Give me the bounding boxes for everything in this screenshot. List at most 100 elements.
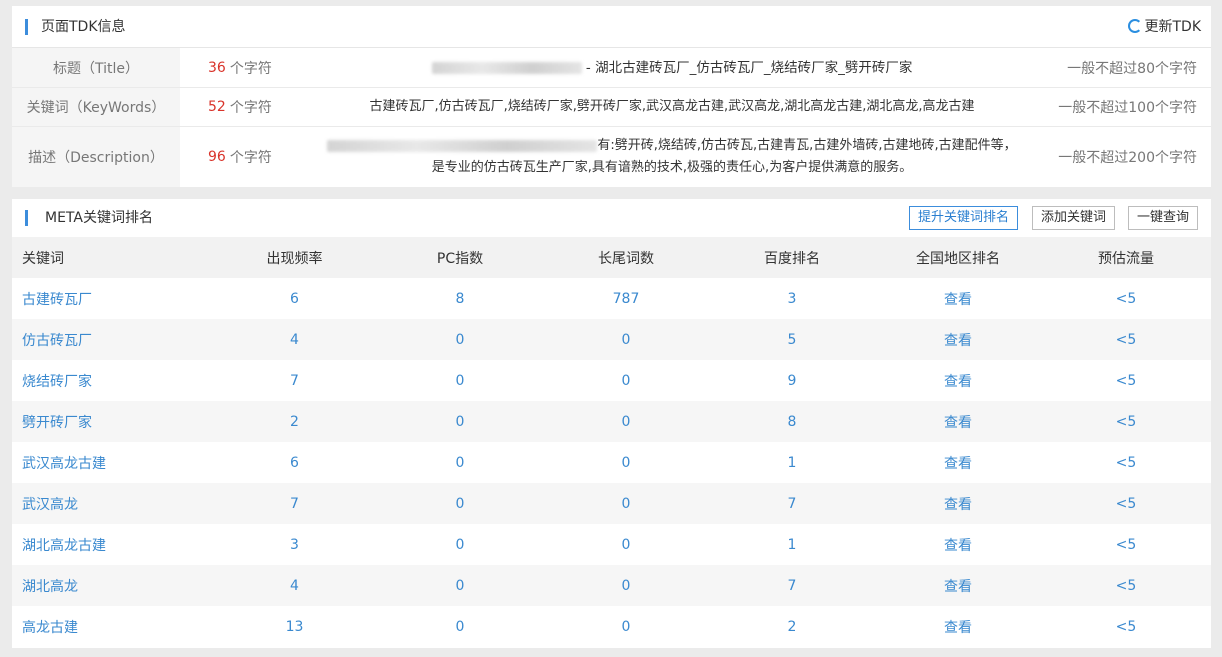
keyword-table: 关键词 出现频率 PC指数 长尾词数 百度排名 全国地区排名 预估流量 古建砖瓦… — [12, 237, 1211, 647]
frequency-cell: 13 — [285, 618, 304, 635]
estimated-traffic-cell: <5 — [1115, 290, 1137, 307]
table-row: 烧结砖厂家 7 0 0 9 查看 <5 — [12, 360, 1211, 401]
region-rank-view-link[interactable]: 查看 — [875, 606, 1041, 647]
frequency-cell: 4 — [290, 331, 299, 348]
table-row: 湖北高龙 4 0 0 7 查看 <5 — [12, 565, 1211, 606]
section-accent-bar — [25, 210, 28, 226]
redacted-text — [327, 139, 598, 152]
tdk-content-line: 古建砖瓦厂,仿古砖瓦厂,烧结砖厂家,劈开砖厂家,武汉高龙古建,武汉高龙,湖北高龙… — [369, 99, 975, 114]
baidu-rank-cell: 5 — [787, 331, 797, 348]
pc-index-cell: 0 — [455, 331, 465, 348]
keyword-cell[interactable]: 湖北高龙 — [12, 565, 212, 606]
region-rank-view-link[interactable]: 查看 — [875, 483, 1041, 524]
baidu-rank-cell: 7 — [787, 577, 797, 594]
table-row: 劈开砖厂家 2 0 0 8 查看 <5 — [12, 401, 1211, 442]
tdk-label: 描述（Description） — [12, 127, 180, 187]
section-accent-bar — [25, 19, 28, 35]
region-rank-view-link[interactable]: 查看 — [875, 360, 1041, 401]
keyword-cell[interactable]: 古建砖瓦厂 — [12, 278, 212, 319]
pc-index-cell: 0 — [455, 495, 465, 512]
keyword-cell[interactable]: 烧结砖厂家 — [12, 360, 212, 401]
frequency-cell: 6 — [290, 290, 299, 307]
region-rank-view-link[interactable]: 查看 — [875, 401, 1041, 442]
keyword-cell[interactable]: 湖北高龙古建 — [12, 524, 212, 565]
tdk-count-unit: 个字符 — [229, 60, 272, 77]
tdk-count-number: 52 — [208, 99, 226, 115]
refresh-tdk-button[interactable]: 更新TDK — [1128, 6, 1201, 48]
estimated-traffic-cell: <5 — [1115, 536, 1137, 553]
tdk-limit: 一般不超过200个字符 — [1058, 150, 1197, 166]
table-header-row: 关键词 出现频率 PC指数 长尾词数 百度排名 全国地区排名 预估流量 — [12, 237, 1211, 278]
tdk-content-line: - 湖北古建砖瓦厂_仿古砖瓦厂_烧结砖厂家_劈开砖厂家 — [581, 59, 913, 76]
frequency-cell: 6 — [290, 454, 299, 471]
region-rank-view-link[interactable]: 查看 — [875, 524, 1041, 565]
tdk-content-line: 是专业的仿古砖瓦生产厂家,具有谙熟的技术,极强的责任心,为客户提供满意的服务。 — [431, 160, 913, 175]
estimated-traffic-cell: <5 — [1115, 454, 1137, 471]
table-row: 仿古砖瓦厂 4 0 0 5 查看 <5 — [12, 319, 1211, 360]
keyword-cell[interactable]: 高龙古建 — [12, 606, 212, 647]
column-header: 关键词 — [22, 250, 64, 267]
one-click-query-button[interactable]: 一键查询 — [1128, 206, 1199, 230]
region-rank-view-link[interactable]: 查看 — [875, 565, 1041, 606]
boost-ranking-button[interactable]: 提升关键词排名 — [909, 206, 1019, 230]
tdk-count: 96 个字符 — [208, 127, 272, 187]
keyword-cell[interactable]: 武汉高龙 — [12, 483, 212, 524]
add-keyword-button[interactable]: 添加关键词 — [1032, 206, 1116, 230]
column-header: PC指数 — [436, 250, 484, 267]
keyword-cell[interactable]: 武汉高龙古建 — [12, 442, 212, 483]
estimated-traffic-cell: <5 — [1115, 331, 1137, 348]
pc-index-cell: 0 — [455, 413, 465, 430]
tdk-count-unit: 个字符 — [229, 150, 272, 166]
estimated-traffic-cell: <5 — [1115, 618, 1137, 635]
keyword-cell[interactable]: 劈开砖厂家 — [12, 401, 212, 442]
longtail-count-cell: 0 — [621, 372, 631, 389]
pc-index-cell: 0 — [455, 577, 465, 594]
tdk-row-keywords: 关键词（KeyWords） 52 个字符 古建砖瓦厂,仿古砖瓦厂,烧结砖厂家,劈开… — [12, 88, 1211, 127]
tdk-title: 页面TDK信息 — [41, 19, 126, 35]
longtail-count-cell: 0 — [621, 536, 631, 553]
frequency-cell: 2 — [290, 413, 299, 430]
baidu-rank-cell: 7 — [787, 495, 797, 512]
pc-index-cell: 0 — [455, 372, 465, 389]
baidu-rank-cell: 8 — [787, 413, 797, 430]
tdk-header: 页面TDK信息 更新TDK — [12, 6, 1211, 48]
baidu-rank-cell: 3 — [787, 290, 797, 307]
longtail-count-cell: 787 — [612, 290, 640, 307]
tdk-content: 有:劈开砖,烧结砖,仿古砖瓦,古建青瓦,古建外墙砖,古建地砖,古建配件等， 是专… — [302, 127, 1042, 187]
longtail-count-cell: 0 — [621, 413, 631, 430]
column-header: 长尾词数 — [598, 250, 654, 267]
table-row: 武汉高龙 7 0 0 7 查看 <5 — [12, 483, 1211, 524]
frequency-cell: 7 — [290, 495, 299, 512]
column-header: 预估流量 — [1098, 250, 1154, 267]
tdk-limit: 一般不超过100个字符 — [1058, 100, 1197, 116]
table-row: 武汉高龙古建 6 0 0 1 查看 <5 — [12, 442, 1211, 483]
tdk-content-line: 有:劈开砖,烧结砖,仿古砖瓦,古建青瓦,古建外墙砖,古建地砖,古建配件等， — [597, 138, 1017, 153]
tdk-count-number: 36 — [208, 59, 226, 76]
region-rank-view-link[interactable]: 查看 — [875, 278, 1041, 319]
tdk-limit: 一般不超过80个字符 — [1067, 60, 1197, 77]
longtail-count-cell: 0 — [621, 331, 631, 348]
frequency-cell: 4 — [290, 577, 299, 594]
longtail-count-cell: 0 — [621, 577, 631, 594]
tdk-panel: 页面TDK信息 更新TDK 标题（Title） 36 个字符 - 湖北古建砖瓦厂_… — [12, 6, 1211, 187]
estimated-traffic-cell: <5 — [1115, 413, 1137, 430]
longtail-count-cell: 0 — [621, 454, 631, 471]
table-row: 湖北高龙古建 3 0 0 1 查看 <5 — [12, 524, 1211, 565]
keyword-cell[interactable]: 仿古砖瓦厂 — [12, 319, 212, 360]
pc-index-cell: 8 — [455, 290, 465, 307]
refresh-icon — [1128, 19, 1143, 33]
pc-index-cell: 0 — [455, 536, 465, 553]
region-rank-view-link[interactable]: 查看 — [875, 319, 1041, 360]
baidu-rank-cell: 1 — [787, 454, 797, 471]
frequency-cell: 7 — [290, 372, 299, 389]
tdk-row-description: 描述（Description） 96 个字符 有:劈开砖,烧结砖,仿古砖瓦,古建青… — [12, 127, 1211, 187]
region-rank-view-link[interactable]: 查看 — [875, 442, 1041, 483]
tdk-count-unit: 个字符 — [229, 100, 272, 116]
baidu-rank-cell: 1 — [787, 536, 797, 553]
tdk-label: 关键词（KeyWords） — [12, 88, 180, 126]
baidu-rank-cell: 2 — [787, 618, 797, 635]
pc-index-cell: 0 — [455, 618, 465, 635]
meta-header: META关键词排名 提升关键词排名 添加关键词 一键查询 — [12, 199, 1211, 237]
frequency-cell: 3 — [290, 536, 299, 553]
column-header: 百度排名 — [764, 250, 820, 267]
